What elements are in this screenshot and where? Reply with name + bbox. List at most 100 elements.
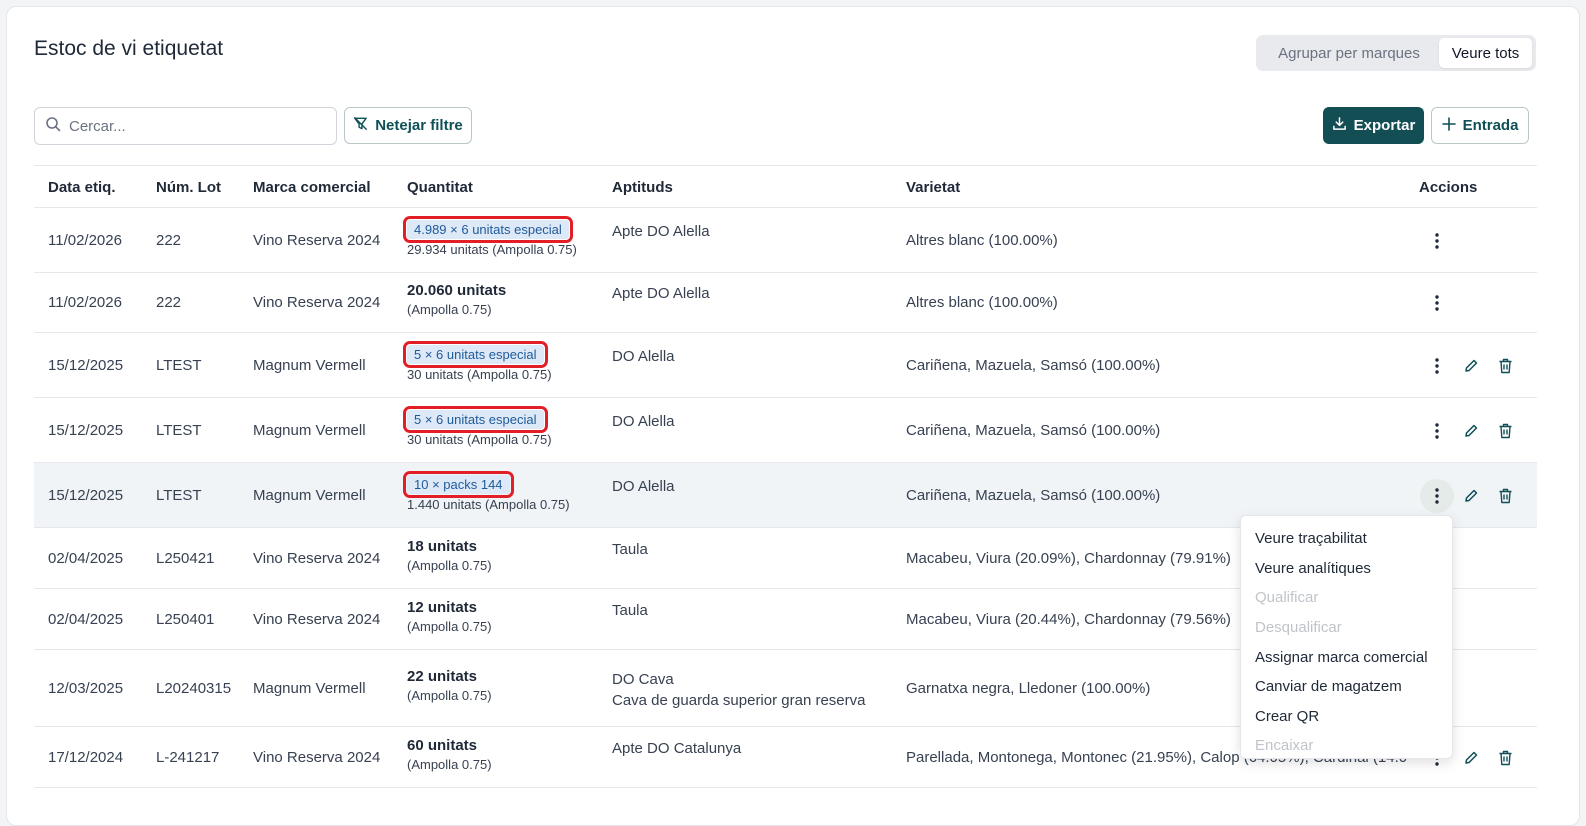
brand-cell: Magnum Vermell (253, 680, 366, 697)
aptitude-line: DO Cava (612, 671, 674, 688)
date-cell: 02/04/2025 (48, 550, 124, 567)
view-all-toggle[interactable]: Veure tots (1439, 38, 1532, 68)
add-entry-label: Entrada (1462, 117, 1519, 134)
col-quantity[interactable]: Quantitat (407, 179, 473, 196)
menu-item: Encaixar (1255, 737, 1314, 755)
quantity-cell: 18 unitats (Ampolla 0.75) (407, 538, 492, 573)
variety-cell: Garnatxa negra, Lledoner (100.00%) (906, 680, 1151, 697)
edit-button[interactable] (1454, 414, 1488, 448)
more-options-button[interactable] (1420, 414, 1454, 448)
col-lot[interactable]: Núm. Lot (156, 179, 221, 196)
aptitude-line: Apte DO Alella (612, 285, 710, 302)
edit-button[interactable] (1454, 349, 1488, 383)
table-row[interactable]: 15/12/2025 LTEST Magnum Vermell 5 × 6 unita… (34, 333, 1537, 398)
brand-cell: Vino Reserva 2024 (253, 550, 381, 567)
delete-button[interactable] (1488, 741, 1522, 775)
quantity-detail: 30 unitats (Ampolla 0.75) (407, 432, 552, 447)
variety-cell: Cariñena, Mazuela, Samsó (100.00%) (906, 487, 1161, 504)
menu-item: Desqualificar (1255, 619, 1342, 637)
aptitudes-cell: DO Alella (612, 411, 675, 432)
col-aptitudes[interactable]: Aptituds (612, 179, 673, 196)
delete-button[interactable] (1488, 479, 1522, 513)
brand-cell: Magnum Vermell (253, 422, 366, 439)
download-icon (1332, 116, 1347, 135)
date-cell: 15/12/2025 (48, 487, 124, 504)
row-actions (1420, 286, 1454, 320)
edit-button[interactable] (1454, 741, 1488, 775)
row-actions-menu: Veure traçabilitat Veure analítiques Quali… (1240, 515, 1453, 759)
variety-cell: Cariñena, Mazuela, Samsó (100.00%) (906, 422, 1161, 439)
brand-cell: Vino Reserva 2024 (253, 232, 381, 249)
more-vertical-icon (1435, 488, 1439, 504)
pencil-icon (1465, 489, 1478, 502)
brand-cell: Vino Reserva 2024 (253, 749, 381, 766)
col-brand[interactable]: Marca comercial (253, 179, 371, 196)
aptitudes-cell: DO Alella (612, 476, 675, 497)
delete-button[interactable] (1488, 349, 1522, 383)
date-cell: 11/02/2026 (48, 294, 122, 311)
quantity-cell: 20.060 unitats (Ampolla 0.75) (407, 282, 506, 317)
more-options-button[interactable] (1420, 349, 1454, 383)
quantity-detail: 1.440 unitats (Ampolla 0.75) (407, 497, 570, 512)
aptitudes-cell: Apte DO Alella (612, 221, 710, 242)
more-options-button[interactable] (1420, 479, 1454, 513)
search-box (34, 107, 337, 145)
quantity-detail: (Ampolla 0.75) (407, 558, 492, 573)
trash-icon (1499, 358, 1511, 374)
lot-cell: 222 (156, 294, 182, 311)
more-vertical-icon (1435, 423, 1439, 439)
search-input[interactable] (69, 117, 319, 135)
group-by-brand-toggle[interactable]: Agrupar per marques (1259, 38, 1439, 68)
menu-item[interactable]: Crear QR (1241, 702, 1452, 732)
search-icon (45, 116, 61, 137)
date-cell: 17/12/2024 (48, 749, 124, 766)
variety-cell: Altres blanc (100.00%) (906, 294, 1058, 311)
trash-icon (1499, 750, 1511, 766)
variety-cell: Macabeu, Viura (20.44%), Chardonnay (79.… (906, 611, 1231, 628)
clear-filter-button[interactable]: Netejar filtre (344, 107, 472, 144)
more-vertical-icon (1435, 358, 1439, 374)
menu-item[interactable]: Veure traçabilitat (1241, 524, 1452, 554)
menu-item[interactable]: Canviar de magatzem (1241, 672, 1452, 702)
aptitude-line: Taula (612, 602, 648, 619)
lot-cell: L-241217 (156, 749, 220, 766)
quantity-detail: (Ampolla 0.75) (407, 757, 492, 772)
export-button[interactable]: Exportar (1323, 107, 1424, 144)
pack-badge: 5 × 6 unitats especial (403, 406, 548, 433)
row-actions (1420, 414, 1522, 448)
variety-cell: Cariñena, Mazuela, Samsó (100.00%) (906, 357, 1161, 374)
plus-icon (1441, 116, 1456, 135)
col-date[interactable]: Data etiq. (48, 179, 116, 196)
aptitude-line: Apte DO Catalunya (612, 740, 742, 757)
more-options-button[interactable] (1420, 286, 1454, 320)
table-row[interactable]: 11/02/2026 222 Vino Reserva 2024 4.989 × 6 … (34, 208, 1537, 273)
aptitude-line: Cava de guarda superior gran reserva (612, 692, 866, 709)
table-row[interactable]: 11/02/2026 222 Vino Reserva 2024 20.060 uni… (34, 273, 1537, 333)
export-label: Exportar (1353, 117, 1416, 134)
quantity-total: 60 unitats (407, 737, 478, 754)
brand-cell: Vino Reserva 2024 (253, 611, 381, 628)
add-entry-button[interactable]: Entrada (1431, 107, 1529, 144)
more-options-button[interactable] (1420, 224, 1454, 258)
quantity-cell: 22 unitats (Ampolla 0.75) (407, 668, 492, 703)
lot-cell: LTEST (156, 357, 202, 374)
quantity-cell: 5 × 6 unitats especial 30 unitats (Ampoll… (403, 341, 552, 382)
pencil-icon (1465, 424, 1478, 437)
pencil-icon (1465, 751, 1478, 764)
quantity-detail: (Ampolla 0.75) (407, 619, 492, 634)
menu-item[interactable]: Veure analítiques (1241, 554, 1452, 584)
row-actions (1420, 479, 1522, 513)
aptitudes-cell: Taula (612, 539, 648, 560)
edit-button[interactable] (1454, 479, 1488, 513)
quantity-cell: 12 unitats (Ampolla 0.75) (407, 599, 492, 634)
row-actions (1420, 224, 1454, 258)
aptitude-line: DO Alella (612, 413, 675, 430)
date-cell: 11/02/2026 (48, 232, 122, 249)
table-row[interactable]: 15/12/2025 LTEST Magnum Vermell 5 × 6 unita… (34, 398, 1537, 463)
menu-item[interactable]: Assignar marca comercial (1241, 642, 1452, 672)
delete-button[interactable] (1488, 414, 1522, 448)
quantity-total: 22 unitats (407, 668, 478, 685)
col-variety[interactable]: Varietat (906, 179, 960, 196)
quantity-cell: 60 unitats (Ampolla 0.75) (407, 737, 492, 772)
lot-cell: LTEST (156, 422, 202, 439)
